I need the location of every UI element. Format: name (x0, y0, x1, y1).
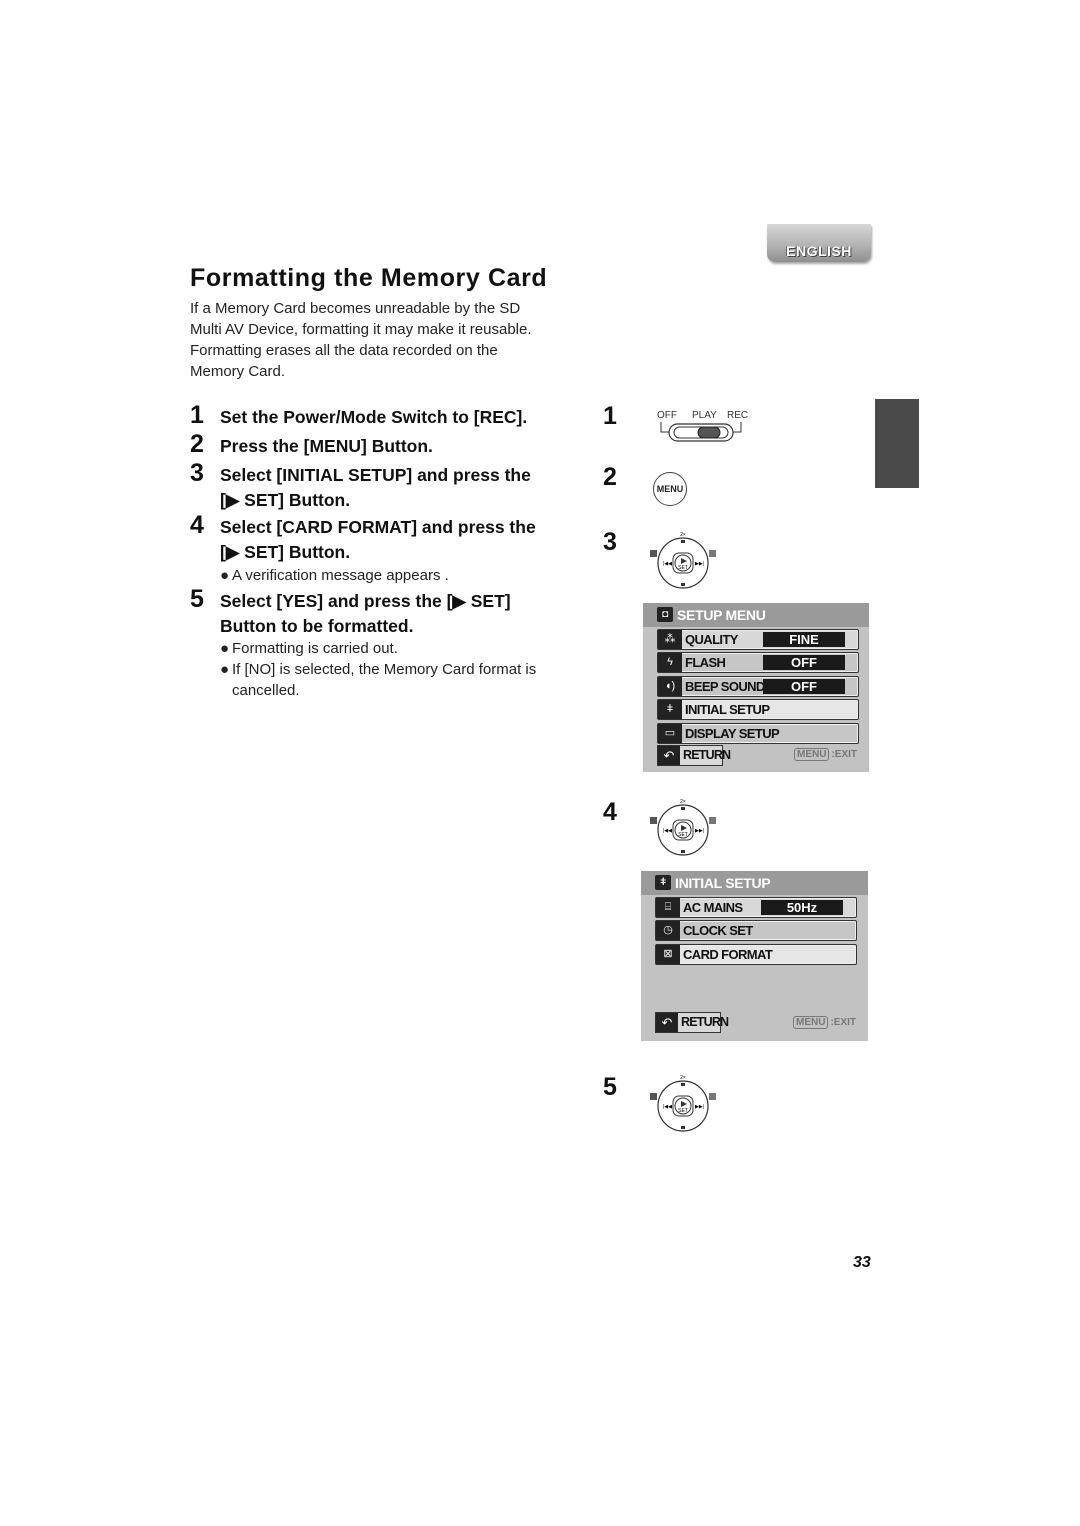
intro-line: Formatting erases all the data recorded … (190, 342, 498, 359)
svg-text:|◀◀: |◀◀ (663, 828, 672, 834)
screen-title: INITIAL SETUP (675, 875, 771, 891)
figure-number: 4 (603, 798, 617, 826)
svg-text:2×: 2× (680, 1075, 686, 1081)
svg-text:2×: 2× (680, 799, 686, 805)
svg-text:2×: 2× (680, 532, 686, 538)
menu-row-quality[interactable]: ⁂ QUALITY FINE (657, 629, 859, 650)
language-label: ENGLISH (786, 243, 852, 259)
svg-text:|◀◀: |◀◀ (663, 1104, 672, 1110)
step-number: 3 (190, 459, 204, 487)
return-icon: ↶ (658, 746, 680, 765)
display-icon: ▭ (658, 724, 682, 743)
svg-text:SET: SET (678, 565, 688, 571)
step-note-continuation: cancelled. (232, 682, 300, 699)
page-title: Formatting the Memory Card (190, 264, 548, 292)
step-note: ● Formatting is carried out. (220, 640, 398, 657)
step-text: [▶ SET] Button. (220, 542, 351, 562)
exit-hint: MENU:EXIT (793, 748, 857, 761)
svg-text:SET: SET (678, 1108, 688, 1114)
section-marker (875, 399, 919, 488)
menu-button-icon: MENU (653, 472, 687, 506)
menu-row-display-setup[interactable]: ▭ DISPLAY SETUP (657, 723, 859, 744)
intro-line: Memory Card. (190, 363, 286, 380)
set-dial-icon: SET 2× |◀◀ ▶▶| (650, 799, 716, 856)
menu-row-card-format[interactable]: ⊠ CARD FORMAT (655, 944, 857, 965)
flash-icon: ϟ (658, 653, 682, 672)
step-text: Button to be formatted. (220, 616, 414, 636)
step-text: Press the [MENU] Button. (220, 436, 433, 456)
step-text: Select [YES] and press the [▶ SET] (220, 591, 511, 611)
svg-text:SET: SET (678, 832, 688, 838)
step-text: Select [INITIAL SETUP] and press the (220, 465, 531, 485)
step-number: 1 (190, 401, 204, 429)
intro-line: Multi AV Device, formatting it may make … (190, 321, 532, 338)
svg-text:▶▶|: ▶▶| (695, 1104, 704, 1110)
svg-text:|◀◀: |◀◀ (663, 561, 672, 567)
quality-icon: ⁂ (658, 630, 682, 649)
screen-title: SETUP MENU (677, 607, 766, 623)
step-note: ● A verification message appears . (220, 567, 449, 584)
tools-icon: ǂ (655, 875, 671, 890)
language-tab: ENGLISH (767, 224, 871, 262)
ac-mains-icon: ⌸ (656, 898, 680, 917)
power-switch-icon (660, 422, 742, 442)
clock-icon: ◷ (656, 921, 680, 940)
return-button[interactable]: ↶ RETURN (657, 745, 731, 766)
menu-row-initial-setup[interactable]: ǂ INITIAL SETUP (657, 699, 859, 720)
step-text: Set the Power/Mode Switch to [REC]. (220, 407, 528, 427)
menu-row-ac-mains[interactable]: ⌸ AC MAINS 50Hz (655, 897, 857, 918)
menu-row-beep-sound[interactable]: ◖) BEEP SOUND OFF (657, 676, 859, 697)
svg-text:▶▶|: ▶▶| (695, 828, 704, 834)
speaker-icon: ◖) (658, 677, 682, 696)
initial-setup-header: ǂ INITIAL SETUP (641, 871, 868, 895)
card-format-icon: ⊠ (656, 945, 680, 964)
step-number: 5 (190, 585, 204, 613)
menu-row-clock-set[interactable]: ◷ CLOCK SET (655, 920, 857, 941)
svg-text:▶▶|: ▶▶| (695, 561, 704, 567)
figure-number: 2 (603, 463, 617, 491)
set-dial-icon: SET 2× |◀◀ ▶▶| (650, 1075, 716, 1132)
return-icon: ↶ (656, 1013, 678, 1032)
figure-number: 1 (603, 402, 617, 430)
exit-hint: MENU:EXIT (792, 1016, 856, 1029)
step-text: [▶ SET] Button. (220, 490, 351, 510)
step-number: 4 (190, 511, 204, 539)
step-note: ● If [NO] is selected, the Memory Card fo… (220, 661, 537, 678)
menu-row-flash[interactable]: ϟ FLASH OFF (657, 652, 859, 673)
camera-icon: ◘ (657, 607, 673, 622)
figure-number: 3 (603, 528, 617, 556)
figure-number: 5 (603, 1073, 617, 1101)
page-number: 33 (853, 1254, 871, 1271)
intro-paragraph: If a Memory Card becomes unreadable by t… (190, 298, 590, 382)
intro-line: If a Memory Card becomes unreadable by t… (190, 300, 521, 317)
tools-icon: ǂ (658, 700, 682, 719)
set-dial-icon: SET 2× |◀◀ ▶▶| (650, 532, 716, 589)
return-button[interactable]: ↶ RETURN (655, 1012, 729, 1033)
setup-menu-screen: ◘ SETUP MENU ⁂ QUALITY FINE ϟ FLASH OFF … (643, 603, 869, 772)
step-number: 2 (190, 430, 204, 458)
initial-setup-screen: ǂ INITIAL SETUP ⌸ AC MAINS 50Hz ◷ CLOCK … (641, 871, 868, 1041)
step-text: Select [CARD FORMAT] and press the (220, 517, 536, 537)
setup-menu-header: ◘ SETUP MENU (643, 603, 869, 627)
